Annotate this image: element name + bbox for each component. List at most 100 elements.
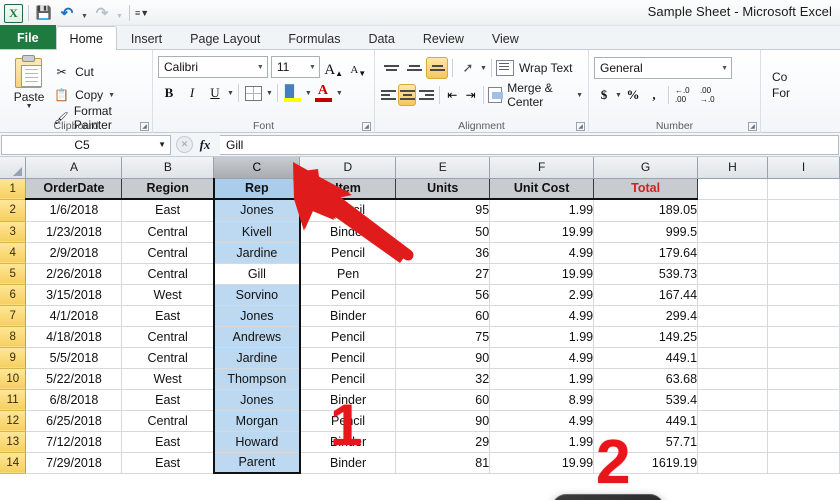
cell-e3[interactable]: 50 [395, 221, 491, 243]
cell-h10[interactable] [697, 368, 768, 390]
cell-g6[interactable]: 167.44 [593, 284, 699, 306]
row-header-10[interactable]: 10 [0, 368, 27, 390]
cell-a9[interactable]: 5/5/2018 [25, 347, 123, 369]
cell-g12[interactable]: 449.1 [593, 410, 699, 432]
align-right-button[interactable] [417, 84, 434, 106]
name-box[interactable]: C5 ▼ [1, 134, 171, 155]
cell-f2[interactable]: 1.99 [489, 200, 595, 222]
cell-f10[interactable]: 1.99 [489, 368, 595, 390]
cell-e5[interactable]: 27 [395, 263, 491, 285]
cell-f1[interactable]: Unit Cost [489, 177, 595, 200]
tab-file[interactable]: File [0, 25, 56, 49]
cell-a13[interactable]: 7/12/2018 [25, 431, 123, 453]
cell-c8[interactable]: Andrews [212, 326, 301, 348]
row-header-8[interactable]: 8 [0, 326, 27, 348]
cells-line-1[interactable]: Co [766, 53, 815, 85]
number-dialog-launcher[interactable]: ◢ [748, 122, 757, 131]
cell-f13[interactable]: 1.99 [489, 431, 595, 453]
cell-g9[interactable]: 449.1 [593, 347, 699, 369]
cell-a5[interactable]: 2/26/2018 [25, 263, 123, 285]
cell-f3[interactable]: 19.99 [489, 221, 595, 243]
cell-h6[interactable] [697, 284, 768, 306]
cell-f11[interactable]: 8.99 [489, 389, 595, 411]
cell-f9[interactable]: 4.99 [489, 347, 595, 369]
cell-c10[interactable]: Thompson [212, 368, 301, 390]
cell-h7[interactable] [697, 305, 768, 327]
cell-b8[interactable]: Central [121, 326, 215, 348]
increase-decimal-button[interactable]: ←.0.00 [673, 85, 697, 105]
tab-formulas[interactable]: Formulas [274, 27, 354, 50]
customize-qat-icon[interactable]: ≡▼ [135, 8, 149, 18]
increase-indent-button[interactable]: ⇥ [462, 84, 479, 106]
italic-button[interactable]: I [181, 82, 203, 104]
cell-a11[interactable]: 6/8/2018 [25, 389, 123, 411]
cell-f12[interactable]: 4.99 [489, 410, 595, 432]
cell-i13[interactable] [767, 431, 840, 453]
cell-e6[interactable]: 56 [395, 284, 491, 306]
merge-center-button[interactable]: Merge & Center ▼ [488, 81, 583, 109]
row-header-11[interactable]: 11 [0, 389, 27, 411]
cell-a2[interactable]: 1/6/2018 [25, 200, 123, 222]
chevron-down-icon[interactable]: ▼ [158, 140, 166, 149]
cell-g14[interactable]: 1619.19 [593, 452, 699, 474]
cell-a8[interactable]: 4/18/2018 [25, 326, 123, 348]
cell-i11[interactable] [767, 389, 840, 411]
cell-g2[interactable]: 189.05 [593, 200, 699, 222]
font-name-combobox[interactable]: Calibri ▼ [158, 56, 268, 78]
cell-h11[interactable] [697, 389, 768, 411]
cell-f4[interactable]: 4.99 [489, 242, 595, 264]
cell-h8[interactable] [697, 326, 768, 348]
cell-d3[interactable]: Binder [299, 221, 397, 243]
cell-g3[interactable]: 999.5 [593, 221, 699, 243]
number-format-combobox[interactable]: General ▼ [594, 57, 732, 79]
cell-i7[interactable] [767, 305, 840, 327]
cell-e7[interactable]: 60 [395, 305, 491, 327]
redo-dropdown-icon[interactable]: ▼ [115, 3, 124, 23]
cell-c1[interactable]: Rep [212, 177, 301, 200]
font-color-dropdown-icon[interactable]: ▼ [336, 90, 343, 97]
decrease-indent-button[interactable]: ⇤ [444, 84, 461, 106]
column-header-f[interactable]: F [489, 157, 595, 179]
cell-h4[interactable] [697, 242, 768, 264]
cell-c14[interactable]: Parent [212, 452, 301, 474]
cell-g4[interactable]: 179.64 [593, 242, 699, 264]
cell-d13[interactable]: Binder [299, 431, 397, 453]
cell-d11[interactable]: Binder [299, 389, 397, 411]
cell-c2[interactable]: Jones [212, 200, 301, 222]
grow-font-button[interactable]: A ▲ [323, 56, 345, 79]
tab-insert[interactable]: Insert [117, 27, 176, 50]
cell-g13[interactable]: 57.71 [593, 431, 699, 453]
cell-b7[interactable]: East [121, 305, 215, 327]
cell-e9[interactable]: 90 [395, 347, 491, 369]
cell-c6[interactable]: Sorvino [212, 284, 301, 306]
insert-function-button[interactable]: fx [195, 137, 215, 153]
bold-button[interactable]: B [158, 82, 180, 104]
undo-icon[interactable]: ↶ [57, 3, 77, 23]
cell-e13[interactable]: 29 [395, 431, 491, 453]
cell-e8[interactable]: 75 [395, 326, 491, 348]
row-header-7[interactable]: 7 [0, 305, 27, 327]
cell-e1[interactable]: Units [395, 177, 491, 200]
cells-line-2[interactable]: For [766, 85, 815, 101]
borders-dropdown-icon[interactable]: ▼ [266, 90, 273, 97]
tab-view[interactable]: View [478, 27, 533, 50]
cell-h12[interactable] [697, 410, 768, 432]
row-header-9[interactable]: 9 [0, 347, 27, 369]
column-header-g[interactable]: G [593, 157, 699, 179]
merge-center-dropdown-icon[interactable]: ▼ [576, 92, 583, 99]
cell-a4[interactable]: 2/9/2018 [25, 242, 123, 264]
cell-b13[interactable]: East [121, 431, 215, 453]
save-icon[interactable]: 💾 [34, 3, 54, 23]
tab-page-layout[interactable]: Page Layout [176, 27, 274, 50]
cell-a3[interactable]: 1/23/2018 [25, 221, 123, 243]
cell-i10[interactable] [767, 368, 840, 390]
orientation-button[interactable]: ➚ [457, 57, 479, 79]
cell-h2[interactable] [697, 200, 768, 222]
percent-style-button[interactable]: % [623, 84, 643, 106]
cell-a7[interactable]: 4/1/2018 [25, 305, 123, 327]
underline-dropdown-icon[interactable]: ▼ [227, 90, 234, 97]
cell-i1[interactable] [767, 178, 840, 200]
row-header-4[interactable]: 4 [0, 242, 27, 264]
row-header-12[interactable]: 12 [0, 410, 27, 432]
row-header-5[interactable]: 5 [0, 263, 27, 285]
